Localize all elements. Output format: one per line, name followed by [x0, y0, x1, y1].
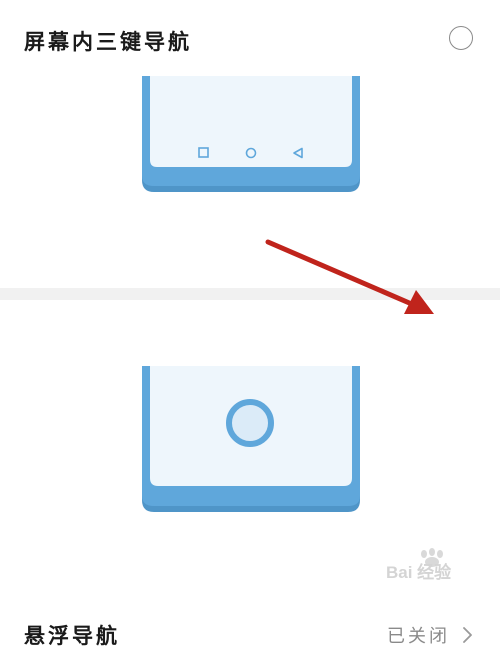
- floating-nav-title: 悬浮导航: [24, 624, 120, 648]
- three-key-nav-radio[interactable]: [449, 26, 473, 50]
- three-key-nav-option[interactable]: 屏幕内三键导航: [0, 0, 500, 288]
- three-key-nav-preview: [142, 76, 360, 192]
- baidu-watermark: Bai 经验: [386, 548, 452, 582]
- floating-nav-status-row[interactable]: 已关闭: [387, 622, 476, 648]
- section-divider: [0, 288, 500, 300]
- three-key-nav-title: 屏幕内三键导航: [24, 30, 192, 54]
- watermark-text: Bai 经验: [386, 562, 452, 582]
- floating-nav-status: 已关闭: [387, 626, 450, 647]
- floating-nav-ball-icon: [226, 399, 274, 447]
- chevron-right-icon: [463, 627, 472, 643]
- floating-nav-preview: [142, 366, 360, 512]
